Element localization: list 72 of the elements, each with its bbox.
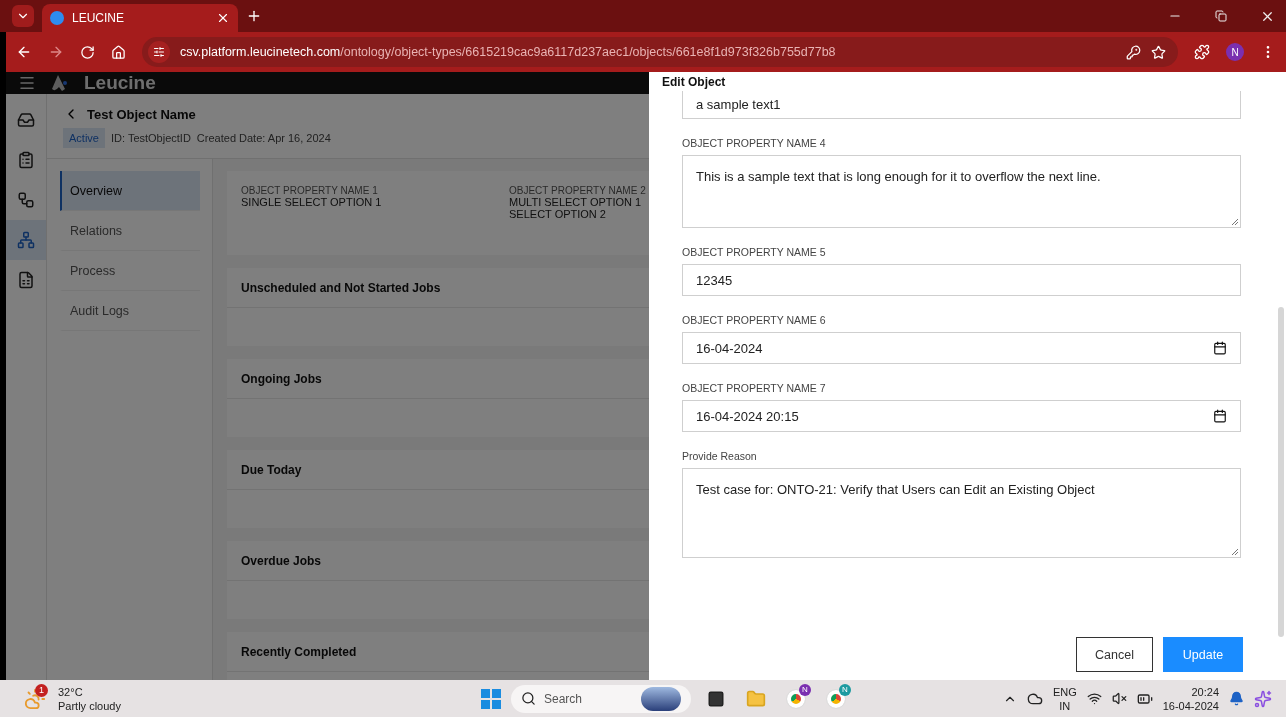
mute-icon[interactable] xyxy=(1111,691,1127,706)
reload-icon[interactable] xyxy=(80,44,95,60)
input-field[interactable]: a sample text1 xyxy=(682,91,1241,119)
scenery-icon xyxy=(641,686,681,711)
report-icon[interactable] xyxy=(17,271,35,289)
logo-icon xyxy=(50,73,70,93)
start-icon[interactable] xyxy=(481,688,501,709)
temperature: 32°C xyxy=(58,684,83,699)
property-value: SELECT OPTION 2 xyxy=(509,208,607,220)
back-icon[interactable] xyxy=(16,44,32,60)
browser-tab[interactable]: LEUCINE xyxy=(42,4,238,32)
weather-icon[interactable] xyxy=(24,687,46,710)
side-tab[interactable]: Overview xyxy=(60,171,200,211)
weather-condition: Partly cloudy xyxy=(58,698,121,713)
text-area[interactable]: This is a sample text that is long enough for it to overflow the next line. xyxy=(682,155,1241,228)
restore-icon[interactable] xyxy=(1215,10,1227,22)
new-tab-icon[interactable] xyxy=(246,8,262,24)
inbox-icon[interactable] xyxy=(17,111,35,129)
property-value: SINGLE SELECT OPTION 1 xyxy=(241,196,383,208)
property-value: MULTI SELECT OPTION 1 xyxy=(509,196,643,208)
home-icon[interactable] xyxy=(111,44,126,60)
site-info-icon[interactable] xyxy=(148,41,170,63)
language[interactable]: ENG xyxy=(1052,684,1077,699)
status-tag: Active xyxy=(63,128,105,148)
property-label: OBJECT PROPERTY NAME 2 xyxy=(509,185,647,196)
region[interactable]: IN xyxy=(1059,698,1071,713)
taskbar-search[interactable]: Search xyxy=(511,684,691,713)
clock-date[interactable]: 16-04-2024 xyxy=(1162,698,1219,713)
menu-icon[interactable] xyxy=(18,74,36,92)
field-label: OBJECT PROPERTY NAME 4 xyxy=(682,137,827,149)
date-field[interactable]: 16-04-2024 xyxy=(682,332,1241,364)
bell-icon[interactable] xyxy=(1229,691,1244,706)
app-icon[interactable] xyxy=(707,689,725,708)
drawer-title: Edit Object xyxy=(661,74,727,91)
field-label: OBJECT PROPERTY NAME 5 xyxy=(682,246,827,258)
date-field[interactable]: 16-04-2024 20:15 xyxy=(682,400,1241,432)
clipboard-icon[interactable] xyxy=(17,151,35,169)
calendar-icon[interactable] xyxy=(1213,341,1227,355)
notification-badge: 1 xyxy=(35,683,48,697)
key-icon[interactable] xyxy=(1126,44,1141,60)
property-label: OBJECT PROPERTY NAME 1 xyxy=(241,185,379,196)
close-icon[interactable] xyxy=(216,11,230,25)
side-tab[interactable]: Relations xyxy=(60,211,200,251)
nav-item[interactable] xyxy=(6,220,46,260)
address-bar[interactable]: csv.platform.leucinetech.com/ontology/object-types/6615219cac9a6117d237aec1/objects/661e8f1d973f326b755d77b8 xyxy=(142,37,1178,67)
brand-name: Leucine xyxy=(84,72,156,94)
field-label: OBJECT PROPERTY NAME 7 xyxy=(682,382,827,394)
reason-text-area[interactable]: Test case for: ONTO-21: Verify that Users can Edit an Existing Object xyxy=(682,468,1241,558)
forward-icon[interactable] xyxy=(48,44,64,60)
clock-time[interactable]: 20:24 xyxy=(1191,684,1219,699)
favicon-icon xyxy=(50,11,64,25)
extensions-icon[interactable] xyxy=(1194,44,1210,60)
side-tab[interactable]: Audit Logs xyxy=(60,291,200,331)
star-icon[interactable] xyxy=(1151,44,1166,60)
cancel-button[interactable]: Cancel xyxy=(1076,637,1153,672)
resize-grip-icon[interactable] xyxy=(1230,217,1238,225)
object-id: ID: TestObjectID xyxy=(110,132,191,144)
copilot-icon[interactable] xyxy=(1254,689,1272,708)
created-date: Created Date: Apr 16, 2024 xyxy=(196,132,331,144)
scrollbar-thumb[interactable] xyxy=(1278,307,1284,637)
hierarchy-icon[interactable] xyxy=(17,231,35,249)
side-tab[interactable]: Process xyxy=(60,251,200,291)
flow-icon[interactable] xyxy=(17,191,35,209)
input-field[interactable]: 12345 xyxy=(682,264,1241,296)
resize-grip-icon[interactable] xyxy=(1230,547,1238,555)
field-label: OBJECT PROPERTY NAME 6 xyxy=(682,314,827,326)
object-title: Test Object Name xyxy=(87,106,196,122)
calendar-icon[interactable] xyxy=(1213,409,1227,423)
search-icon xyxy=(521,691,536,706)
profile-avatar[interactable]: N xyxy=(1226,43,1244,61)
field-label: Provide Reason xyxy=(682,450,758,462)
wifi-icon[interactable] xyxy=(1086,691,1102,706)
